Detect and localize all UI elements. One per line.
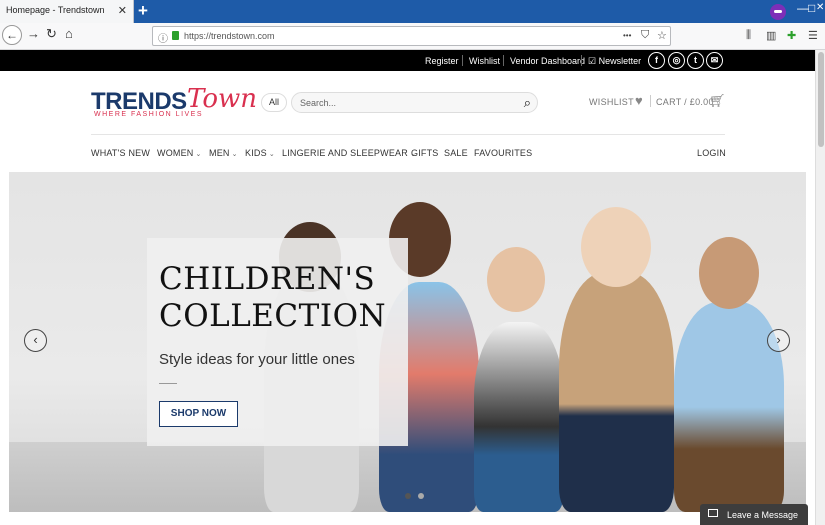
library-icon[interactable]: ⫼ bbox=[746, 29, 751, 42]
site-info-icon[interactable]: ⓘ bbox=[158, 30, 168, 45]
leave-message-button[interactable]: Leave a Message bbox=[700, 504, 808, 525]
reload-button[interactable]: ↻ bbox=[46, 26, 57, 42]
twitter-icon[interactable]: t bbox=[687, 52, 704, 69]
newsletter-icon: ☑ bbox=[588, 56, 599, 66]
menu-item-label: KIDS bbox=[245, 148, 267, 158]
newsletter-label: Newsletter bbox=[598, 56, 642, 66]
hero-divider bbox=[159, 383, 177, 384]
logo-script[interactable]: Town bbox=[187, 84, 257, 114]
chevron-down-icon: ⌄ bbox=[231, 151, 238, 158]
header-divider bbox=[91, 134, 725, 135]
register-link[interactable]: Register bbox=[425, 56, 459, 66]
hero-image-child bbox=[559, 272, 674, 512]
web-page: Register Wishlist Vendor Dashboard ☑ New… bbox=[0, 50, 815, 525]
vendor-dashboard-link[interactable]: Vendor Dashboard bbox=[510, 56, 585, 66]
divider bbox=[503, 55, 504, 66]
back-button[interactable]: ← bbox=[2, 25, 22, 45]
slide-dot-active[interactable] bbox=[405, 493, 411, 499]
hero-slider: CHILDREN'S COLLECTION Style ideas for yo… bbox=[9, 172, 806, 512]
hero-image-child-head bbox=[581, 207, 651, 287]
maximize-button[interactable]: □ bbox=[808, 1, 815, 15]
menu-item-whats-new[interactable]: WHAT'S NEW bbox=[91, 148, 150, 158]
login-link[interactable]: LOGIN bbox=[697, 148, 726, 158]
bookmark-star-icon[interactable]: ☆ bbox=[657, 29, 667, 42]
next-slide-button[interactable]: › bbox=[767, 329, 790, 352]
tab-close-icon[interactable]: ✕ bbox=[118, 4, 127, 17]
search-placeholder: Search... bbox=[300, 98, 337, 108]
hero-image-child-head bbox=[487, 247, 545, 312]
newsletter-link[interactable]: ☑ Newsletter bbox=[588, 56, 641, 67]
wishlist-label[interactable]: WISHLIST bbox=[589, 97, 634, 107]
hero-image-child-head bbox=[699, 237, 759, 309]
envelope-icon bbox=[708, 509, 718, 517]
tab-title: Homepage - Trendstown bbox=[6, 5, 105, 15]
menu-item-lingerie[interactable]: LINGERIE AND SLEEPWEAR ⌄ bbox=[282, 148, 416, 158]
hero-image-child bbox=[674, 302, 784, 512]
pocket-icon[interactable]: ⛉ bbox=[641, 29, 649, 42]
home-icon[interactable]: ⌂ bbox=[65, 26, 73, 41]
menu-item-kids[interactable]: KIDS ⌄ bbox=[245, 148, 275, 158]
address-bar[interactable]: ⓘ https://trendstown.com ••• ⛉ ☆ bbox=[152, 26, 671, 46]
menu-item-favourites[interactable]: FAVOURITES bbox=[474, 148, 532, 158]
wishlist-link[interactable]: Wishlist bbox=[469, 56, 500, 66]
menu-item-men[interactable]: MEN ⌄ bbox=[209, 148, 238, 158]
divider bbox=[650, 95, 651, 107]
hero-caption-card: CHILDREN'S COLLECTION Style ideas for yo… bbox=[147, 238, 408, 446]
hero-image-child bbox=[474, 322, 564, 512]
shop-now-button[interactable]: SHOP NOW bbox=[159, 401, 238, 427]
scrollbar-thumb[interactable] bbox=[818, 52, 824, 147]
close-window-button[interactable]: ✕ bbox=[816, 2, 824, 13]
sidebar-icon[interactable]: ▥ bbox=[766, 29, 776, 42]
browser-nav-bar: ← → ↻ ⌂ ⓘ https://trendstown.com ••• ⛉ ☆… bbox=[0, 23, 825, 50]
instagram-icon[interactable]: ◎ bbox=[668, 52, 685, 69]
browser-tab[interactable]: Homepage - Trendstown ✕ bbox=[0, 0, 134, 23]
page-scrollbar[interactable] bbox=[815, 50, 825, 525]
search-input[interactable]: Search... ⌕ bbox=[291, 92, 538, 113]
chevron-down-icon: ⌄ bbox=[195, 151, 202, 158]
chevron-down-icon: ⌄ bbox=[268, 151, 275, 158]
logo-tagline: WHERE FASHION LIVES bbox=[94, 111, 204, 118]
menu-item-women[interactable]: WOMEN ⌄ bbox=[157, 148, 202, 158]
extension-icon[interactable]: ✚ bbox=[787, 29, 796, 42]
menu-item-label: WOMEN bbox=[157, 148, 194, 158]
leave-message-label: Leave a Message bbox=[727, 510, 799, 520]
url-text[interactable]: https://trendstown.com bbox=[184, 31, 275, 41]
menu-item-sale[interactable]: SALE bbox=[444, 148, 468, 158]
email-icon[interactable]: ✉ bbox=[706, 52, 723, 69]
menu-item-gifts[interactable]: GIFTS bbox=[411, 148, 439, 158]
new-tab-button[interactable]: + bbox=[138, 1, 148, 21]
divider bbox=[462, 55, 463, 66]
lock-icon bbox=[172, 31, 179, 40]
browser-tab-bar: Homepage - Trendstown ✕ + — □ ✕ bbox=[0, 0, 825, 23]
private-browsing-icon bbox=[770, 4, 786, 20]
facebook-icon[interactable]: f bbox=[648, 52, 665, 69]
search-icon[interactable]: ⌕ bbox=[524, 95, 531, 111]
menu-icon[interactable]: ☰ bbox=[808, 29, 818, 42]
heart-icon[interactable]: ♥ bbox=[635, 93, 643, 108]
hero-title: CHILDREN'S COLLECTION bbox=[159, 261, 387, 334]
cart-icon[interactable]: 🛒︎ bbox=[709, 93, 726, 109]
menu-item-label: LINGERIE AND SLEEPWEAR bbox=[282, 148, 408, 158]
forward-button[interactable]: → bbox=[27, 26, 40, 41]
prev-slide-button[interactable]: ‹ bbox=[24, 329, 47, 352]
page-actions-icon[interactable]: ••• bbox=[623, 31, 631, 40]
cart-label[interactable]: CART / £0.00 bbox=[656, 97, 714, 107]
hero-subtitle: Style ideas for your little ones bbox=[159, 351, 355, 368]
top-utility-bar: Register Wishlist Vendor Dashboard ☑ New… bbox=[0, 50, 815, 71]
menu-item-label: MEN bbox=[209, 148, 230, 158]
divider bbox=[581, 55, 582, 66]
slide-dot[interactable] bbox=[418, 493, 424, 499]
search-category-select[interactable]: All bbox=[261, 93, 287, 112]
